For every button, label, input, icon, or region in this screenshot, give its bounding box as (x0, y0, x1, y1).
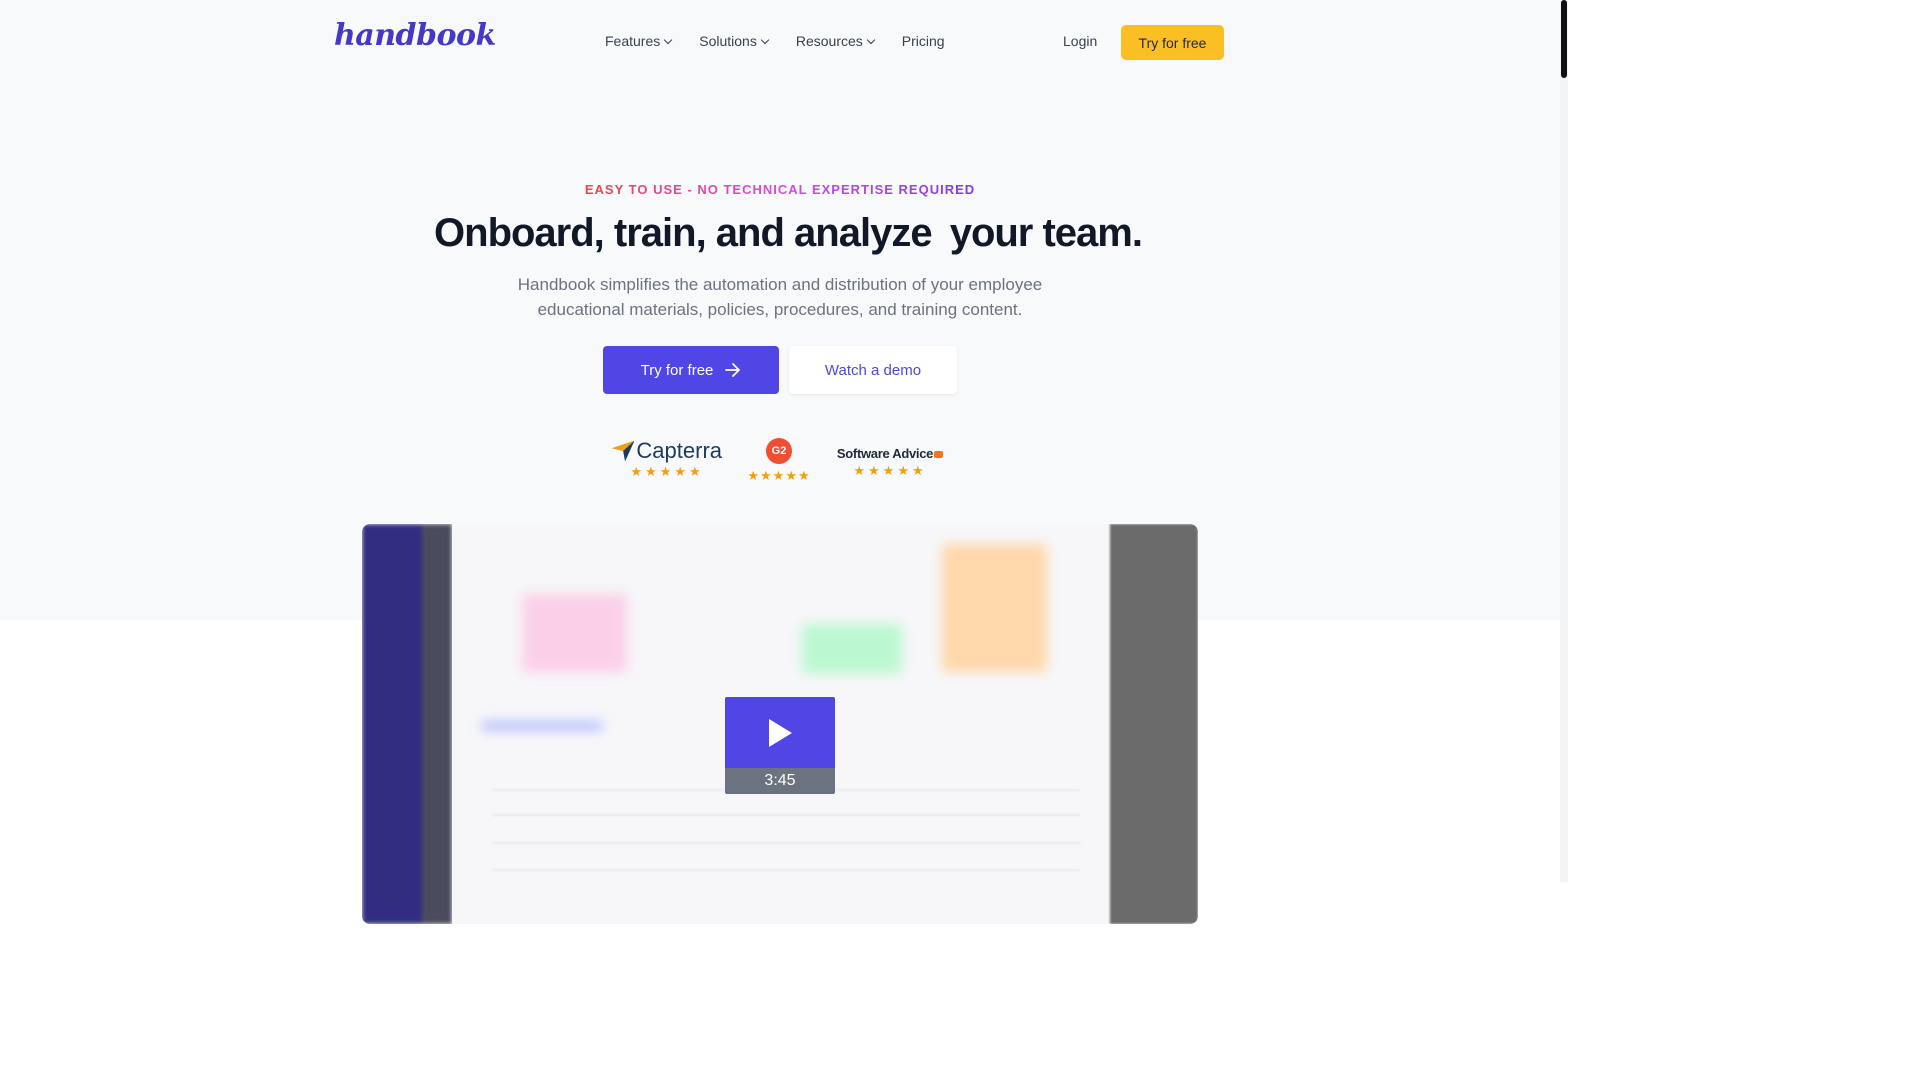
handbook-logo[interactable]: handbook (334, 18, 496, 53)
subtext-line-1: Handbook simplifies the automation and d… (517, 275, 1043, 294)
software-advice-rating[interactable]: Software Advice ★★★★★ (830, 446, 950, 479)
nav-solutions-label: Solutions (699, 33, 757, 49)
capterra-logo: Capterra (612, 438, 722, 464)
video-preview-row (492, 842, 1080, 844)
video-preview-heading (482, 722, 602, 730)
nav-resources-label: Resources (795, 33, 863, 49)
video-duration: 3:45 (725, 768, 835, 794)
subtext-line-2: educational materials, policies, procedu… (537, 300, 1023, 319)
video-preview-bar (942, 544, 1047, 672)
hero-headline: Onboard, train, and analyze your team. (0, 205, 1560, 266)
video-preview-row (492, 869, 1080, 871)
watch-demo-button[interactable]: Watch a demo (789, 346, 957, 394)
header-try-free-button[interactable]: Try for free (1121, 25, 1224, 60)
video-preview-bar (522, 594, 627, 672)
nav-features-label: Features (605, 33, 661, 49)
g2-rating[interactable]: G2 ★★★★★ (744, 438, 814, 484)
play-button-face (725, 697, 835, 768)
g2-name: G2 (771, 445, 787, 457)
hero-eyebrow-text: EASY TO USE - NO TECHNICAL EXPERTISE REQ… (584, 182, 976, 197)
nav-pricing-label: Pricing (901, 33, 945, 49)
software-advice-stars: ★★★★★ (853, 463, 927, 478)
g2-logo: G2 (766, 438, 792, 464)
play-icon (769, 718, 792, 747)
video-preview-panel (1110, 524, 1198, 924)
software-advice-name: Software Advice (836, 446, 934, 461)
try-free-button[interactable]: Try for free (603, 346, 779, 394)
capterra-name: Capterra (636, 438, 722, 463)
video-preview-row (492, 814, 1080, 816)
chevron-down-icon (760, 35, 770, 44)
chevron-down-icon (664, 35, 673, 44)
nav-features[interactable]: Features (605, 33, 673, 49)
hero-subtext: Handbook simplifies the automation and d… (0, 272, 1560, 322)
chevron-down-icon (866, 35, 876, 44)
arrow-right-icon (725, 363, 741, 377)
hero-eyebrow: EASY TO USE - NO TECHNICAL EXPERTISE REQ… (0, 182, 1560, 197)
headline-highlight: Onboard, train, and analyze (418, 205, 944, 266)
capterra-arrow-icon (612, 440, 635, 462)
capterra-rating[interactable]: Capterra ★★★★★ (612, 438, 722, 480)
software-advice-logo: Software Advice (830, 446, 950, 461)
speech-bubble-icon (934, 451, 944, 458)
login-link[interactable]: Login (1063, 33, 1097, 49)
video-preview-sidebar (362, 524, 452, 924)
nav-solutions[interactable]: Solutions (699, 33, 770, 49)
g2-stars: ★★★★★ (747, 468, 811, 483)
nav-pricing[interactable]: Pricing (902, 33, 945, 49)
headline-rest: your team. (939, 211, 1143, 255)
try-free-label: Try for free (640, 361, 714, 379)
main-nav: Features Solutions Resources Pricing (605, 33, 973, 49)
play-video-button[interactable]: 3:45 (725, 697, 835, 794)
scrollbar[interactable] (1560, 0, 1568, 882)
nav-resources[interactable]: Resources (795, 33, 876, 49)
scrollbar-thumb[interactable] (1561, 0, 1567, 78)
video-preview-bar (802, 624, 902, 674)
capterra-stars: ★★★★★ (630, 464, 704, 479)
